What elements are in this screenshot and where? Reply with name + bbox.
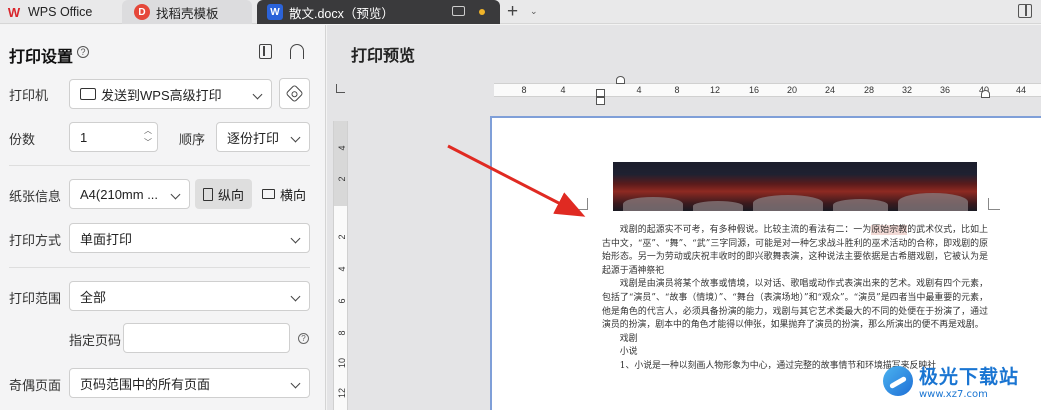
watermark-url: www.xz7.com — [919, 389, 988, 400]
watermark-logo-icon — [883, 366, 913, 396]
annotation-arrow — [447, 144, 586, 217]
watermark-title: 极光下载站 — [919, 366, 1020, 388]
watermark: 极光下载站 www.xz7.com — [883, 356, 1033, 406]
